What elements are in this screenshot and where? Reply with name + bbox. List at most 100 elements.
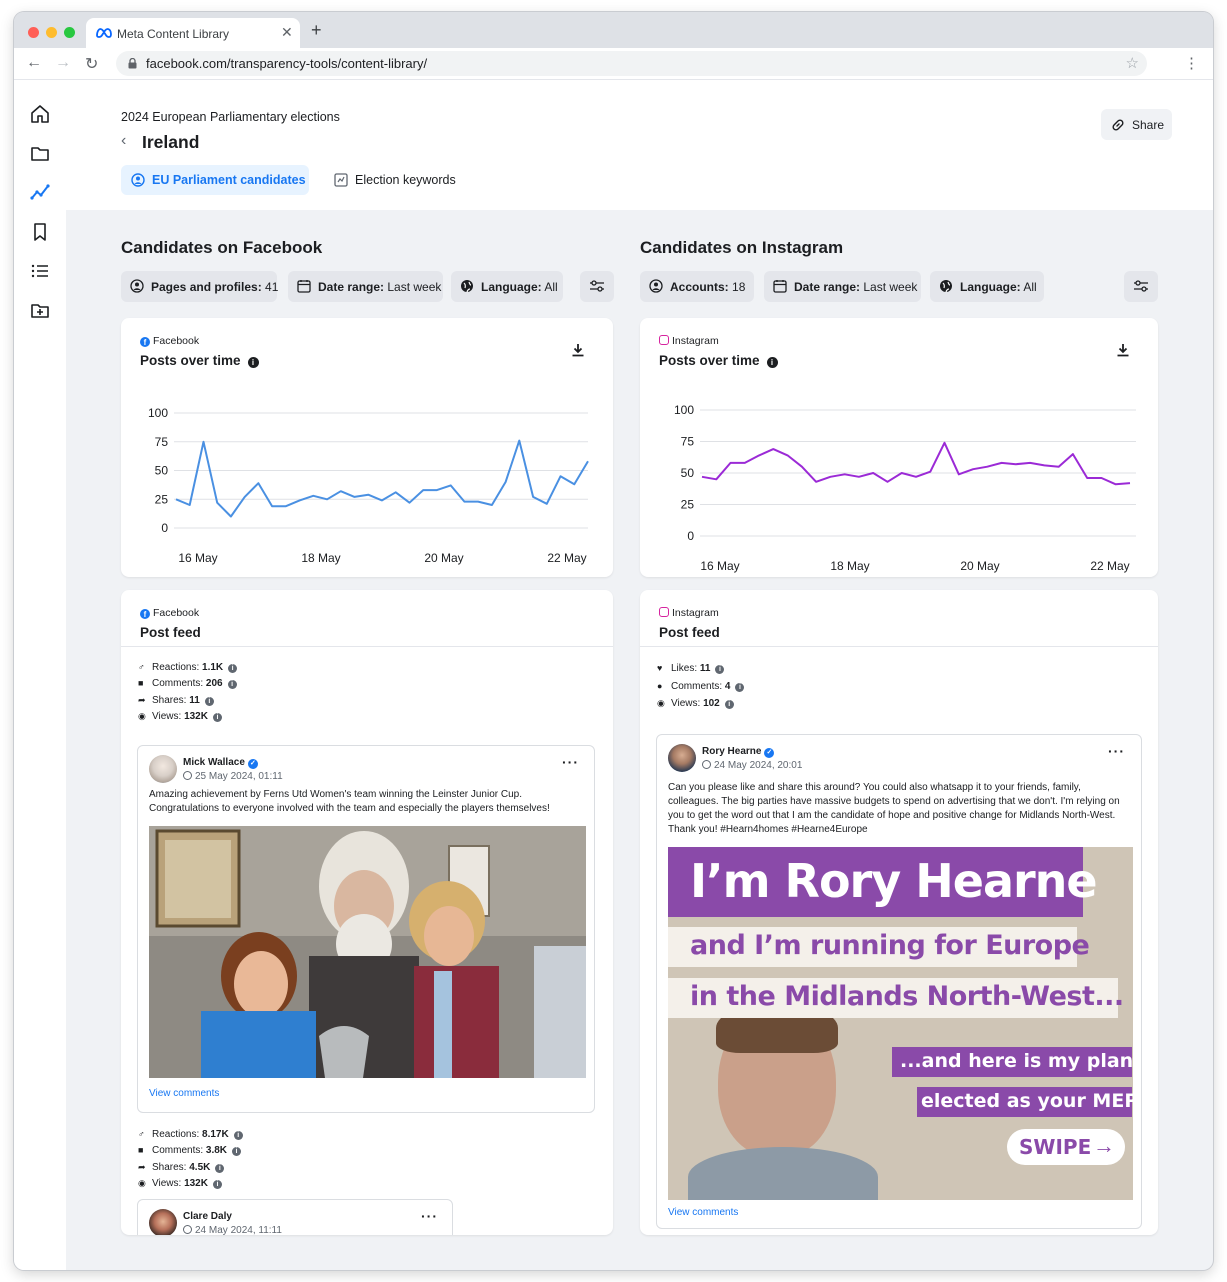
more-options-icon[interactable]: ··· [421,1208,438,1224]
facebook-post[interactable]: Mick Wallace ✓ 25 May 2024, 01:11 ··· Ama… [137,745,595,1113]
filter-language[interactable]: Language: All [451,271,563,302]
eye-icon: ◉ [657,698,665,709]
list-icon[interactable] [29,260,51,282]
calendar-icon [297,280,311,293]
stat-label: Comments: [152,678,204,690]
share-arrow-icon: ➦ [138,1161,146,1172]
maximize-window-button[interactable] [64,27,75,38]
stat-shares: ➦ Shares: 11 i [138,692,237,708]
info-icon[interactable]: i [232,1147,242,1157]
info-icon[interactable]: i [227,680,237,690]
chevron-left-icon[interactable]: ‹ [121,132,126,150]
info-icon[interactable]: i [233,1131,243,1140]
stat-label: Views: [152,1177,182,1189]
comment-icon: ■ [138,1145,144,1156]
filter-date-range[interactable]: Date range: Last week [764,271,921,302]
close-window-button[interactable] [28,27,39,38]
folder-add-icon[interactable] [29,299,51,321]
page-header: 2024 European Parliamentary elections ‹ … [66,80,1213,210]
new-tab-icon[interactable]: + [311,20,322,41]
tab-election-keywords[interactable]: Election keywords [324,165,464,195]
avatar[interactable] [149,1209,177,1235]
facebook-icon: f [140,609,150,619]
y-tick-label: 75 [681,435,695,449]
sliders-icon [590,280,604,292]
arrow-right-icon: → [1093,1133,1115,1158]
filter-language[interactable]: Language: All [930,271,1044,302]
stat-value: 4.5K [189,1161,211,1173]
info-icon[interactable]: i [228,664,238,673]
minimize-window-button[interactable] [46,27,57,38]
instagram-post[interactable]: Rory Hearne ✓ 24 May 2024, 20:01 ··· Can … [656,734,1142,1229]
post-time: 24 May 2024, 20:01 [702,760,802,771]
view-comments-link[interactable]: View comments [668,1207,738,1218]
stat-value: 132K [184,1177,208,1189]
post-graphic[interactable]: I’m Rory Hearne and I’m running for Euro… [668,847,1133,1200]
bookmark-icon[interactable] [29,221,51,243]
filter-accounts[interactable]: Accounts: 18 [640,271,754,302]
info-icon[interactable]: i [735,682,745,692]
facebook-post[interactable]: Clare Daly 24 May 2024, 11:11 ··· [137,1199,453,1235]
feed-title: Post feed [140,625,201,640]
filter-value: All [544,280,558,294]
view-comments-link[interactable]: View comments [149,1088,219,1099]
avatar[interactable] [668,744,696,772]
reactions-icon: ♂ [138,1129,145,1139]
post-time: 25 May 2024, 01:11 [183,771,283,782]
user-circle-icon [649,279,663,293]
page-title: Ireland [142,132,200,152]
share-button[interactable]: Share [1101,109,1172,140]
app-sidebar [14,80,66,1270]
author-name: Rory Hearne [702,746,762,757]
bookmark-star-icon[interactable]: ☆ [1126,54,1139,72]
eye-icon: ◉ [138,710,146,721]
x-tick-label: 16 May [700,559,739,573]
y-tick-label: 0 [161,521,168,535]
stat-value: 11 [699,663,711,674]
filter-settings-button[interactable] [580,271,614,302]
avatar[interactable] [149,755,177,783]
filter-value: 18 [732,280,746,294]
browser-tab[interactable]: Meta Content Library ✕ [86,18,300,48]
info-icon[interactable]: i [215,1163,225,1173]
filter-date-range[interactable]: Date range: Last week [288,271,443,302]
analytics-icon[interactable] [29,181,51,203]
x-tick-label: 20 May [424,551,463,565]
filter-value: All [1023,280,1037,294]
info-icon[interactable]: i [212,1179,222,1189]
user-circle-icon [131,173,145,187]
more-options-icon[interactable]: ··· [1108,743,1125,759]
sliders-icon [1134,280,1148,292]
share-label: Share [1132,118,1165,132]
more-options-icon[interactable]: ··· [562,754,579,770]
post-author[interactable]: Mick Wallace ✓ [183,757,258,769]
eye-icon: ◉ [138,1177,146,1188]
info-icon[interactable]: i [724,700,734,710]
browser-menu-icon[interactable]: ⋮ [1184,54,1199,72]
stat-reactions: ♂ Reactions: 8.17K i [138,1126,243,1142]
comment-icon: ● [657,680,663,691]
home-icon[interactable] [29,103,51,125]
url-field[interactable]: facebook.com/transparency-tools/content-… [116,51,1147,76]
stat-comments: ■ Comments: 3.8K i [138,1142,243,1158]
info-icon[interactable]: i [212,712,222,722]
filter-pages-and-profiles[interactable]: Pages and profiles: 41 [121,271,278,302]
post-photo[interactable] [149,826,586,1078]
back-arrow-icon[interactable]: ← [26,54,42,72]
reload-icon[interactable]: ↻ [85,54,98,74]
tab-label: EU Parliament candidates [152,173,306,187]
tab-bar: Meta Content Library ✕ + [14,12,1213,48]
forward-arrow-icon[interactable]: → [55,54,71,72]
post-author[interactable]: Clare Daly [183,1211,232,1222]
info-icon[interactable]: i [715,665,725,674]
info-icon[interactable]: i [204,696,214,706]
globe-icon [702,760,711,769]
post-author[interactable]: Rory Hearne ✓ [702,746,775,758]
folder-icon[interactable] [29,142,51,164]
close-tab-icon[interactable]: ✕ [281,24,293,41]
page-subtitle: 2024 European Parliamentary elections [121,110,340,124]
filter-settings-button[interactable] [1124,271,1158,302]
x-tick-label: 20 May [960,559,999,573]
tab-eu-parliament-candidates[interactable]: EU Parliament candidates [121,165,309,195]
filter-value: Last week [863,280,918,294]
